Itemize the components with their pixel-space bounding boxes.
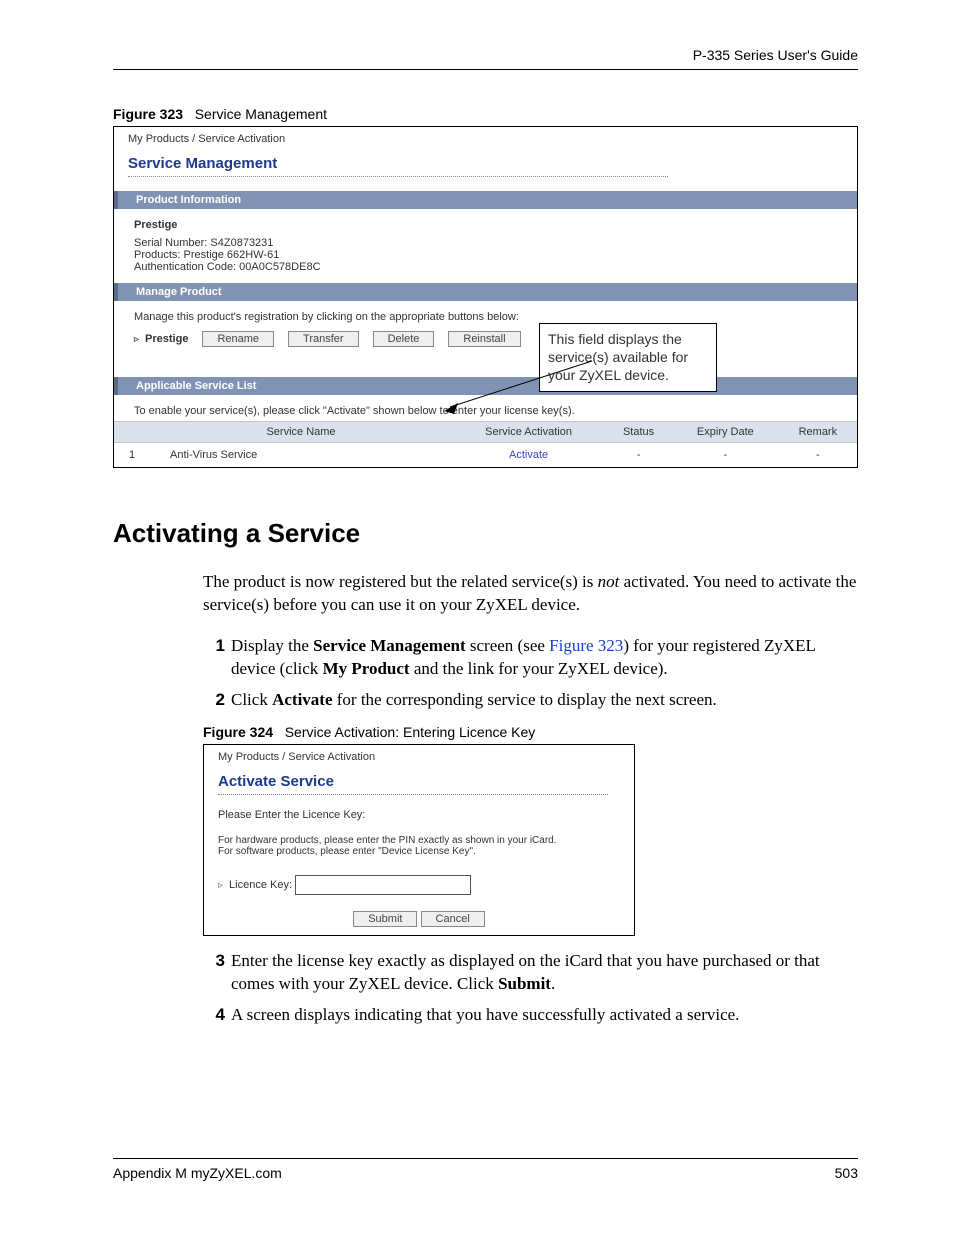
breadcrumb: My Products / Service Activation	[114, 127, 857, 155]
col-service-name: Service Name	[150, 422, 452, 443]
product-info-body: Prestige Serial Number: S4Z0873231 Produ…	[114, 209, 857, 283]
cell-activation: Activate	[452, 443, 605, 468]
page-footer: Appendix M myZyXEL.com 503	[113, 1158, 858, 1181]
hw-msg: For hardware products, please enter the …	[204, 825, 634, 846]
manage-instruction: Manage this product's registration by cl…	[134, 311, 837, 323]
cell-status: -	[605, 443, 672, 468]
figure-323-caption: Figure 323 Service Management	[113, 106, 858, 122]
cell-remark: -	[779, 443, 857, 468]
button-row: Submit Cancel	[204, 899, 634, 935]
table-row: 1 Anti-Virus Service Activate - - -	[114, 443, 857, 468]
products-line: Products: Prestige 662HW-61	[134, 249, 837, 261]
t: Service Management	[313, 636, 465, 655]
col-blank	[114, 422, 150, 443]
t: Click	[231, 690, 272, 709]
intro-a: The product is now registered but the re…	[203, 572, 598, 591]
product-row-name: Prestige	[134, 333, 188, 345]
sw-msg: For software products, please enter "Dev…	[204, 846, 634, 871]
section-applicable-service-list: Applicable Service List	[114, 377, 857, 395]
callout-box: This field displays the service(s) avail…	[539, 323, 717, 392]
xref-figure-323[interactable]: Figure 323	[549, 636, 623, 655]
product-name: Prestige	[134, 219, 837, 231]
t: for the corresponding service to display…	[333, 690, 717, 709]
divider	[218, 794, 608, 795]
section-manage-product: Manage Product	[114, 283, 857, 301]
steps-list-cont: 3 Enter the license key exactly as displ…	[203, 950, 858, 1027]
breadcrumb: My Products / Service Activation	[204, 745, 634, 773]
step-1: 1 Display the Service Management screen …	[203, 635, 858, 681]
rename-button[interactable]: Rename	[202, 331, 274, 347]
manage-row: Prestige Rename Transfer Delete Reinstal…	[134, 331, 837, 347]
step-number: 3	[203, 950, 225, 996]
figure-323-screenshot: My Products / Service Activation Service…	[113, 126, 858, 468]
page-title: Activate Service	[204, 773, 634, 794]
t: A screen displays indicating that you ha…	[231, 1004, 739, 1027]
heading-activating-service: Activating a Service	[113, 518, 858, 549]
section-product-information: Product Information	[114, 191, 857, 209]
step-2: 2 Click Activate for the corresponding s…	[203, 689, 858, 712]
step-number: 2	[203, 689, 225, 712]
t: and the link for your ZyXEL device).	[410, 659, 668, 678]
cell-expiry: -	[672, 443, 779, 468]
step-number: 1	[203, 635, 225, 681]
reinstall-button[interactable]: Reinstall	[448, 331, 520, 347]
serial-number: Serial Number: S4Z0873231	[134, 237, 837, 249]
service-table: Service Name Service Activation Status E…	[114, 421, 857, 467]
t: screen (see	[466, 636, 550, 655]
cell-idx: 1	[114, 443, 150, 468]
table-header-row: Service Name Service Activation Status E…	[114, 422, 857, 443]
manage-body: Manage this product's registration by cl…	[114, 301, 857, 357]
figure-323-label: Figure 323	[113, 106, 183, 122]
transfer-button[interactable]: Transfer	[288, 331, 359, 347]
intro-paragraph: The product is now registered but the re…	[203, 571, 858, 617]
step-number: 4	[203, 1004, 225, 1027]
t: .	[551, 974, 555, 993]
footer-left: Appendix M myZyXEL.com	[113, 1165, 282, 1181]
running-header: P-335 Series User's Guide	[113, 47, 858, 70]
enter-licence-msg: Please Enter the Licence Key:	[204, 809, 634, 825]
delete-button[interactable]: Delete	[373, 331, 435, 347]
col-expiry-date: Expiry Date	[672, 422, 779, 443]
enable-instruction: To enable your service(s), please click …	[134, 405, 837, 417]
steps-list: 1 Display the Service Management screen …	[203, 635, 858, 712]
licence-key-label: Licence Key:	[218, 879, 292, 891]
figure-324-label: Figure 324	[203, 724, 273, 740]
col-service-activation: Service Activation	[452, 422, 605, 443]
col-status: Status	[605, 422, 672, 443]
figure-324-screenshot: My Products / Service Activation Activat…	[203, 744, 635, 936]
figure-324-caption: Figure 324 Service Activation: Entering …	[203, 724, 858, 740]
intro-not: not	[598, 572, 620, 591]
activate-link[interactable]: Activate	[509, 449, 548, 461]
auth-code: Authentication Code: 00A0C578DE8C	[134, 261, 837, 273]
step-3: 3 Enter the license key exactly as displ…	[203, 950, 858, 996]
service-list-body: To enable your service(s), please click …	[114, 395, 857, 421]
licence-key-row: Licence Key:	[204, 871, 634, 899]
footer-page-number: 503	[835, 1165, 858, 1181]
t: Activate	[272, 690, 332, 709]
figure-324-text: Service Activation: Entering Licence Key	[285, 724, 536, 740]
step-4: 4 A screen displays indicating that you …	[203, 1004, 858, 1027]
submit-button[interactable]: Submit	[353, 911, 417, 927]
licence-key-input[interactable]	[295, 875, 471, 895]
cell-service-name: Anti-Virus Service	[150, 443, 452, 468]
divider	[128, 176, 668, 177]
cancel-button[interactable]: Cancel	[421, 911, 485, 927]
t: Display the	[231, 636, 313, 655]
page-title: Service Management	[114, 155, 857, 176]
col-remark: Remark	[779, 422, 857, 443]
figure-323-text: Service Management	[195, 106, 327, 122]
t: Submit	[498, 974, 551, 993]
t: My Product	[323, 659, 410, 678]
